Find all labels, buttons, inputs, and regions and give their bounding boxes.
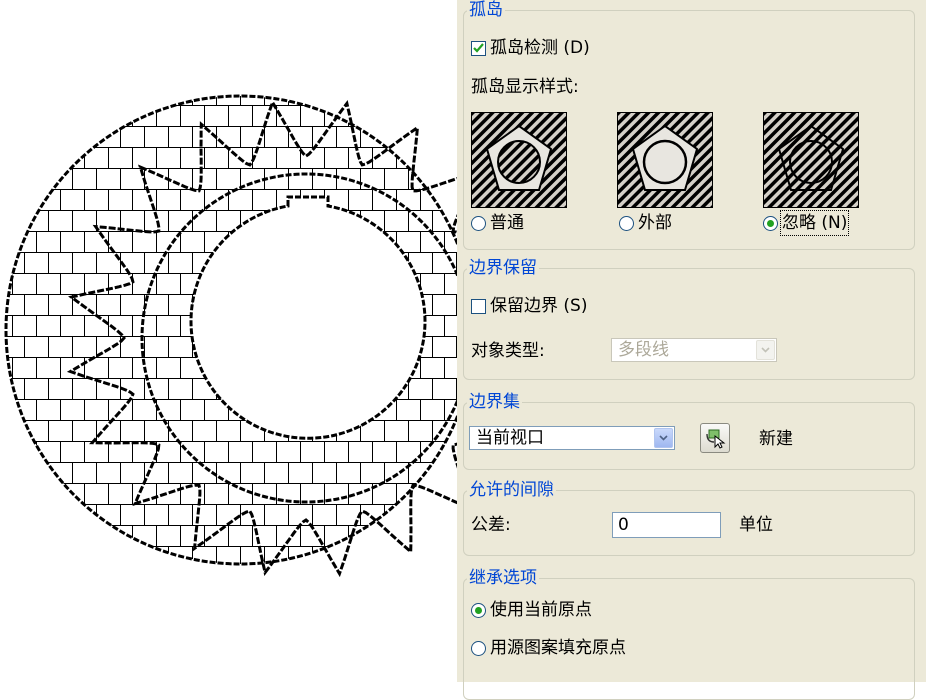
retain-boundary-label: 保留边界 (S) — [490, 296, 588, 316]
gap-tolerance-title: 允许的间隙 — [467, 480, 556, 500]
island-style-normal-radio[interactable]: 普通 — [471, 212, 524, 234]
boundary-set-value: 当前视口 — [476, 428, 544, 448]
radio-icon — [619, 215, 634, 231]
check-icon — [471, 40, 486, 56]
chevron-down-icon — [654, 428, 673, 448]
use-current-origin-radio[interactable]: 使用当前原点 — [471, 599, 592, 621]
radio-selected-icon — [763, 215, 778, 231]
boundary-set-title: 边界集 — [467, 392, 522, 412]
checkbox-icon — [471, 298, 486, 314]
boundary-retention-title: 边界保留 — [467, 258, 539, 278]
island-style-outer-label: 外部 — [638, 213, 672, 233]
island-style-ignore-radio[interactable]: 忽略 (N) — [763, 210, 850, 236]
island-detect-label: 孤岛检测 (D) — [490, 38, 590, 58]
tolerance-label: 公差: — [471, 515, 511, 535]
radio-icon — [471, 215, 486, 231]
retain-boundary-checkbox[interactable]: 保留边界 (S) — [471, 295, 587, 317]
island-style-outer-radio[interactable]: 外部 — [619, 212, 672, 234]
island-style-label: 孤岛显示样式: — [471, 77, 579, 97]
radio-selected-icon — [471, 602, 486, 618]
island-detect-checkbox[interactable]: 孤岛检测 (D) — [471, 37, 590, 59]
tolerance-value: 0 — [618, 515, 629, 535]
island-style-normal-thumbnail[interactable] — [471, 112, 567, 208]
chevron-down-icon — [756, 340, 775, 360]
object-type-label: 对象类型: — [471, 341, 545, 361]
boundary-set-select[interactable]: 当前视口 — [469, 426, 675, 450]
object-type-value: 多段线 — [618, 340, 669, 360]
island-style-ignore-thumbnail[interactable] — [763, 112, 859, 208]
use-source-origin-radio[interactable]: 用源图案填充原点 — [471, 637, 626, 659]
inherit-options-title: 继承选项 — [467, 568, 539, 588]
select-objects-icon — [706, 429, 726, 449]
island-style-normal-label: 普通 — [490, 213, 524, 233]
unit-label: 单位 — [739, 515, 773, 535]
drawing-canvas[interactable] — [0, 0, 468, 682]
gear-drawing — [4, 94, 468, 578]
radio-icon — [471, 640, 486, 656]
island-style-outer-thumbnail[interactable] — [617, 112, 713, 208]
boundary-retention-group — [463, 268, 915, 380]
new-boundary-set-label: 新建 — [759, 429, 793, 449]
island-style-ignore-label: 忽略 (N) — [779, 210, 850, 236]
object-type-select[interactable]: 多段线 — [611, 338, 777, 362]
select-new-boundary-set-button[interactable] — [700, 423, 730, 453]
use-source-origin-label: 用源图案填充原点 — [490, 638, 626, 658]
hatch-options-panel: 孤岛 孤岛检测 (D) 孤岛显示样式: 普通 外部 忽略 (N) 边界保留 保留… — [457, 0, 926, 700]
tolerance-input[interactable]: 0 — [612, 512, 721, 538]
island-group-title: 孤岛 — [467, 0, 505, 20]
use-current-origin-label: 使用当前原点 — [490, 600, 592, 620]
